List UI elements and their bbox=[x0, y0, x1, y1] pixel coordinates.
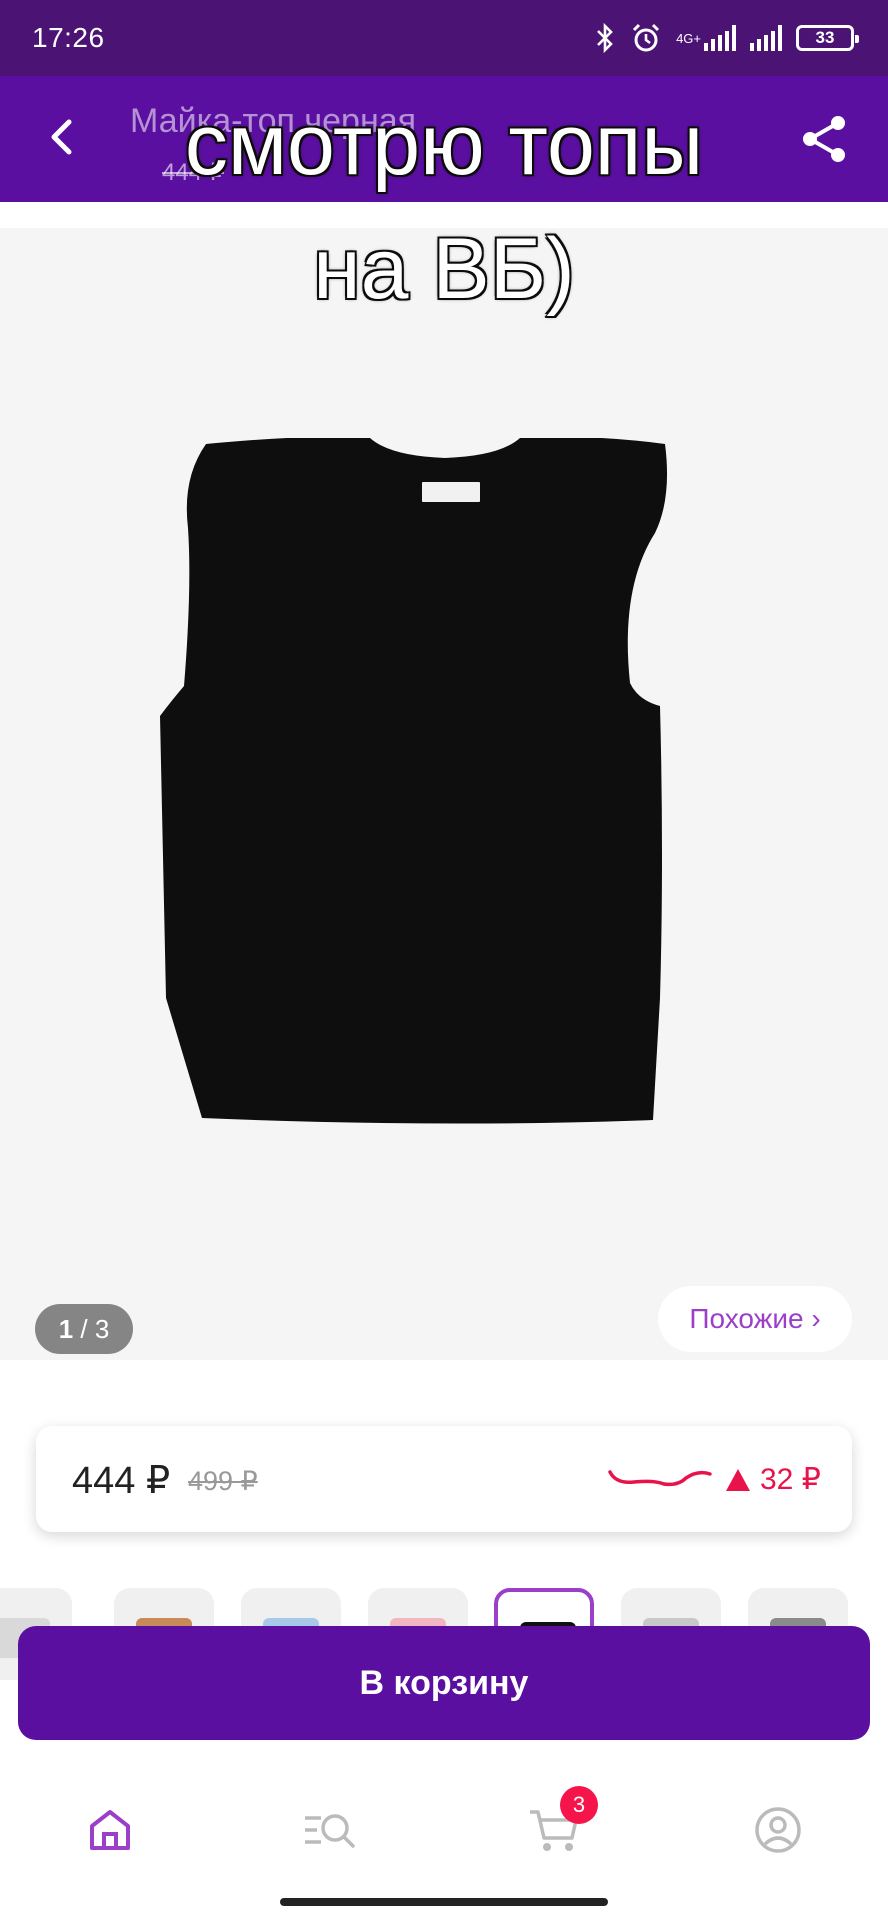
price-up-icon bbox=[726, 1468, 750, 1491]
gallery-separator: / bbox=[73, 1313, 95, 1344]
product-gallery[interactable]: 1 / 3 Похожие › bbox=[0, 228, 888, 1360]
gallery-current: 1 bbox=[58, 1313, 74, 1344]
catalog-search-icon[interactable] bbox=[300, 1800, 360, 1860]
gallery-page-counter: 1 / 3 bbox=[35, 1304, 133, 1354]
status-icons: 4G+ 33 bbox=[594, 18, 859, 58]
signal-icon: 4G+ bbox=[676, 25, 736, 51]
home-icon[interactable] bbox=[80, 1800, 140, 1860]
price-change: 32 ₽ bbox=[726, 1462, 821, 1497]
bottom-nav: 3 bbox=[0, 1760, 888, 1920]
similar-button[interactable]: Похожие › bbox=[658, 1286, 852, 1352]
cart-badge: 3 bbox=[560, 1786, 598, 1824]
home-indicator[interactable] bbox=[280, 1898, 608, 1906]
caption-line-1: смотрю топы bbox=[184, 96, 704, 194]
current-price: 444 ₽ bbox=[72, 1460, 171, 1502]
alarm-icon bbox=[630, 22, 662, 54]
battery-icon: 33 bbox=[796, 25, 859, 51]
bluetooth-icon bbox=[594, 23, 616, 53]
price-card[interactable]: 444 ₽ 499 ₽ 32 ₽ bbox=[36, 1426, 852, 1532]
caption-line-2: на ВБ) bbox=[312, 220, 576, 318]
signal-icon bbox=[750, 25, 782, 51]
old-price: 499 ₽ bbox=[188, 1466, 258, 1496]
profile-icon[interactable] bbox=[748, 1800, 808, 1860]
battery-level: 33 bbox=[815, 28, 835, 47]
price-trend-icon bbox=[608, 1470, 712, 1487]
status-bar: 17:26 4G+ 33 bbox=[0, 0, 888, 76]
gallery-total: 3 bbox=[94, 1313, 110, 1344]
product-image bbox=[160, 438, 668, 1124]
status-time: 17:26 bbox=[32, 22, 105, 53]
price-change-value: 32 ₽ bbox=[760, 1463, 821, 1496]
network-label: 4G+ bbox=[676, 30, 701, 46]
add-to-cart-button[interactable]: В корзину bbox=[18, 1626, 870, 1740]
